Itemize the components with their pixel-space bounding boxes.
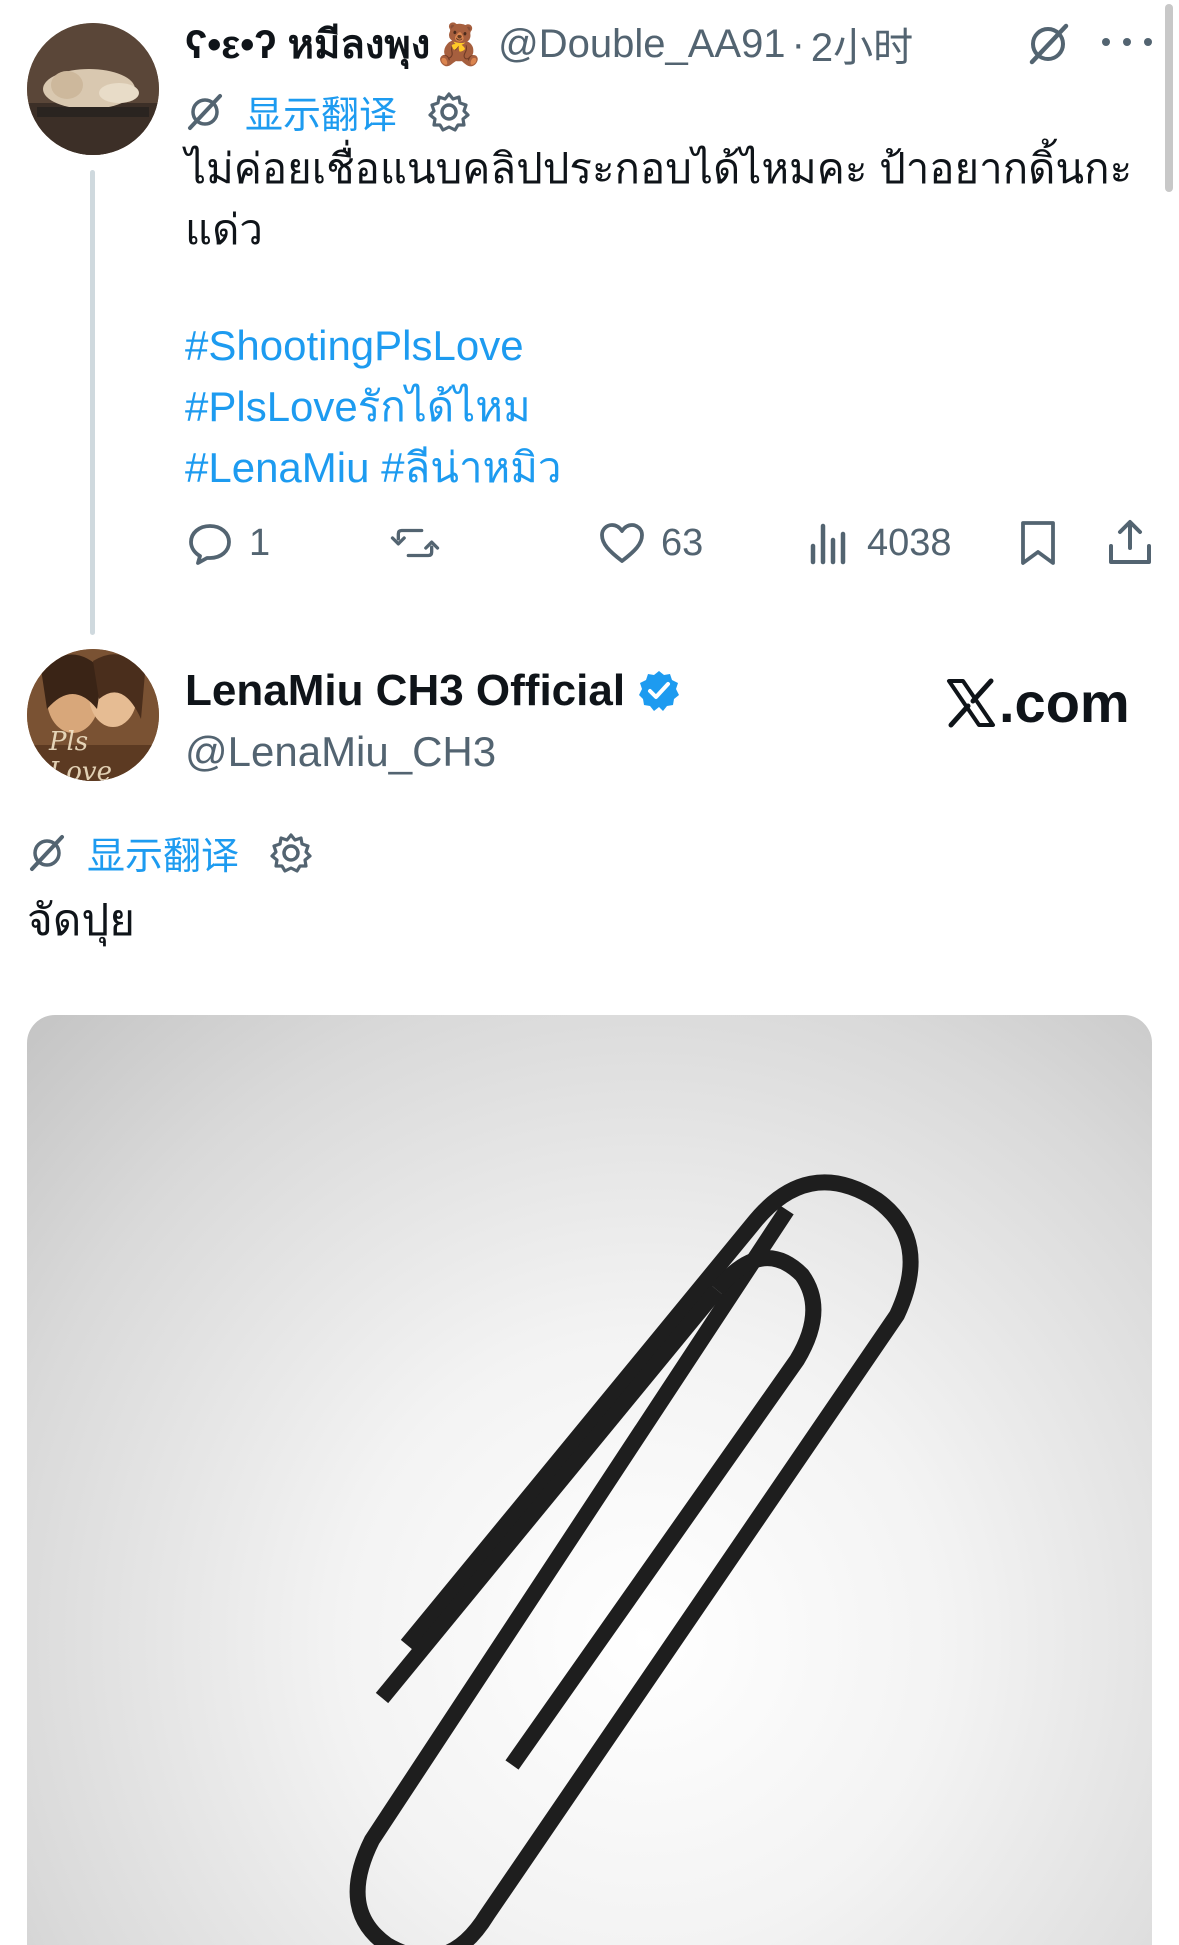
verified-badge-icon [639,671,680,711]
action-bar: 1 63 4038 [185,515,1155,571]
reply-icon [189,524,231,565]
tweet-text: จัดปุย [27,896,136,945]
display-name[interactable]: ʕ•ε•ʔ หมีลงพุง [185,12,430,76]
bookmark-button[interactable] [1013,515,1063,571]
hashtag-link[interactable]: #PlsLoveรักได้ไหม [185,376,561,437]
share-button[interactable] [1105,515,1155,571]
display-name[interactable]: LenaMiu CH3 Official [185,666,625,716]
more-icon[interactable] [1102,30,1152,54]
main-tweet[interactable]: Pls Love LenaMiu CH3 Official @LenaMiu_C… [0,640,1179,1945]
bookmark-icon [1021,521,1055,565]
hashtag-link[interactable]: #LenaMiu #ลีน่าหมิว [185,437,561,498]
like-count: 63 [661,521,704,564]
x-com-watermark: .com [945,670,1130,735]
tweet-media-image[interactable] [27,1015,1152,1945]
thread-line [90,170,95,635]
avatar[interactable] [27,23,159,155]
reply-header: ʕ•ε•ʔ หมีลงพุง 🧸 @Double_AA91 · 2小时 [185,14,913,74]
x-logo-icon [947,678,995,727]
gear-icon[interactable] [427,90,471,134]
teddy-bear-emoji: 🧸 [434,22,485,67]
show-translation-link[interactable]: 显示翻译 [87,825,239,880]
name-row: LenaMiu CH3 Official [185,666,681,716]
retweet-button[interactable] [390,515,440,571]
gear-icon[interactable] [269,831,313,875]
tweet-thread-page: ʕ•ε•ʔ หมีลงพุง 🧸 @Double_AA91 · 2小时 显示翻译… [0,0,1179,1945]
translate-row[interactable]: 显示翻译 [27,825,313,880]
reply-count: 1 [249,521,271,564]
like-button[interactable]: 63 [597,515,703,571]
watermark-text: .com [999,671,1130,734]
separator-dot: · [791,21,805,66]
hashtag-list: #ShootingPlsLove #PlsLoveรักได้ไหม #Lena… [185,315,561,498]
user-handle[interactable]: @LenaMiu_CH3 [185,728,496,776]
translate-row[interactable]: 显示翻译 [185,84,471,139]
tweet-text: ไม่ค่อยเชื่อแนบคลิปประกอบได้ไหมคะ ป้าอยา… [185,145,1133,253]
share-icon [1109,520,1151,564]
retweet-icon [390,528,440,558]
views-button[interactable]: 4038 [803,515,952,571]
reply-tweet[interactable]: ʕ•ε•ʔ หมีลงพุง 🧸 @Double_AA91 · 2小时 显示翻译… [0,0,1179,640]
grok-icon[interactable] [1024,20,1072,68]
translate-icon [30,834,64,871]
avatar-caption: Pls Love [49,727,112,781]
like-icon [600,523,644,563]
reply-button[interactable]: 1 [185,515,270,571]
views-icon [810,523,846,565]
paperclip-image [349,1174,919,1945]
hashtag-link[interactable]: #ShootingPlsLove [185,315,561,376]
view-count: 4038 [867,521,952,564]
show-translation-link[interactable]: 显示翻译 [245,84,397,139]
user-handle[interactable]: @Double_AA91 [498,22,785,67]
avatar[interactable]: Pls Love [27,649,159,781]
translate-icon [188,93,222,130]
timestamp[interactable]: 2小时 [811,15,913,73]
